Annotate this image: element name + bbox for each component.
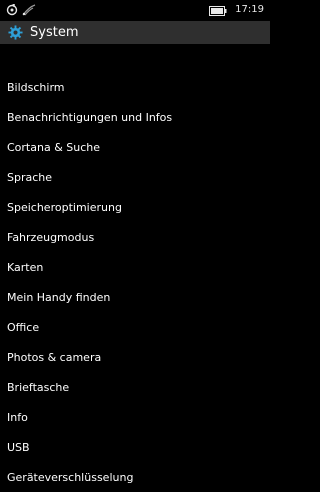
menu-item-benachrichtigungen[interactable]: Benachrichtigungen und Infos [0,102,270,132]
menu-item-usb[interactable]: USB [0,432,270,462]
menu-item-brieftasche[interactable]: Brieftasche [0,372,270,402]
menu-item-speicheroptimierung[interactable]: Speicheroptimierung [0,192,270,222]
status-left-icons [6,2,36,18]
battery-icon [209,1,227,20]
settings-menu-list: Bildschirm Benachrichtigungen und Infos … [0,72,270,492]
menu-item-cortana-suche[interactable]: Cortana & Suche [0,132,270,162]
status-bar: 17:19 [0,0,270,20]
menu-item-geraeteverschluesselung[interactable]: Geräteverschlüsselung [0,462,270,492]
menu-item-sprache[interactable]: Sprache [0,162,270,192]
menu-item-fahrzeugmodus[interactable]: Fahrzeugmodus [0,222,270,252]
menu-item-mein-handy-finden[interactable]: Mein Handy finden [0,282,270,312]
menu-item-karten[interactable]: Karten [0,252,270,282]
page-header: System [0,21,270,44]
menu-item-bildschirm[interactable]: Bildschirm [0,72,270,102]
status-time: 17:19 [235,4,264,15]
menu-item-info[interactable]: Info [0,402,270,432]
gear-icon [7,25,23,41]
signal-icon [22,1,36,20]
page-title: System [30,25,79,40]
status-right: 17:19 [209,2,264,18]
menu-item-photos-camera[interactable]: Photos & camera [0,342,270,372]
sync-icon [6,1,18,20]
menu-item-office[interactable]: Office [0,312,270,342]
